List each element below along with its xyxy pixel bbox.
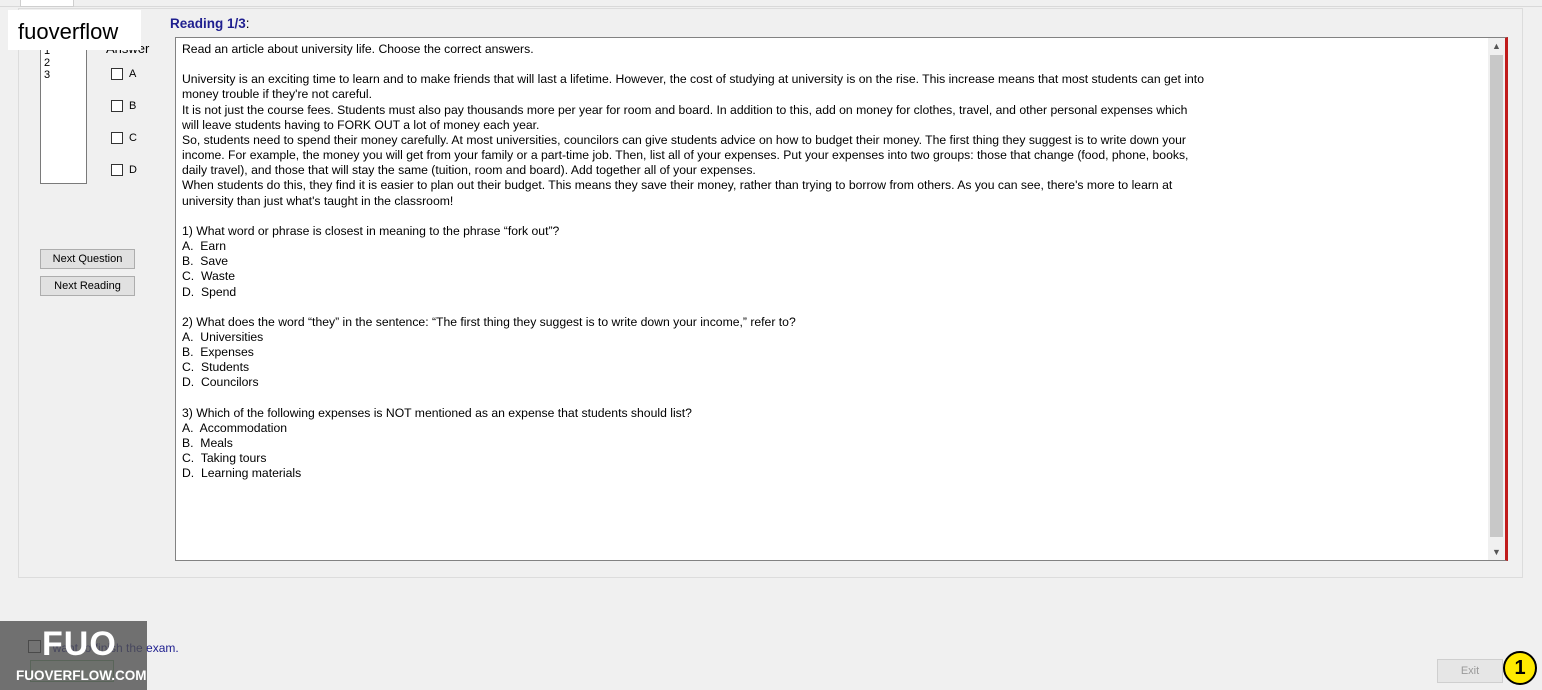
answer-option-label: A [129, 68, 137, 80]
answer-checkbox-c[interactable] [111, 132, 123, 145]
reading-scrollbar[interactable]: ▲ ▼ [1488, 38, 1505, 560]
answer-option-b[interactable]: B [111, 100, 137, 113]
answer-option-a[interactable]: A [111, 68, 137, 81]
answer-option-label: C [129, 132, 137, 144]
answer-option-c[interactable]: C [111, 132, 137, 145]
reading-textbox[interactable]: Read an article about university life. C… [175, 37, 1508, 561]
tab-reading[interactable] [20, 0, 74, 7]
reading-title-text: Reading 1/3 [170, 16, 246, 31]
scroll-down-icon[interactable]: ▼ [1488, 544, 1505, 560]
reading-title-colon: : [245, 16, 250, 31]
fuoverflow-logo: FUO FUOVERFLOW.COM [0, 621, 147, 690]
question-list-item[interactable]: 2 [41, 57, 86, 69]
scroll-up-icon[interactable]: ▲ [1488, 38, 1505, 54]
logo-main-text: FUO [42, 625, 117, 663]
scroll-thumb[interactable] [1490, 55, 1503, 537]
tab-strip [0, 0, 1542, 7]
reading-title: Reading 1/3: [170, 16, 250, 31]
brand-label: fuoverflow [18, 19, 119, 44]
exit-button[interactable]: Exit [1437, 659, 1503, 683]
step-badge: 1 [1503, 651, 1537, 685]
answer-checkbox-b[interactable] [111, 100, 123, 113]
logo-sub-text: FUOVERFLOW.COM [16, 668, 147, 683]
answer-checkbox-d[interactable] [111, 164, 123, 177]
answer-option-label: D [129, 164, 137, 176]
reading-text: Read an article about university life. C… [182, 42, 1204, 481]
answer-checkbox-a[interactable] [111, 68, 123, 81]
answer-option-d[interactable]: D [111, 164, 137, 177]
answer-option-label: B [129, 100, 137, 112]
brand-watermark: fuoverflow [8, 10, 141, 50]
question-list[interactable]: 1 2 3 [40, 44, 87, 184]
question-list-item[interactable]: 3 [41, 69, 86, 81]
next-reading-button[interactable]: Next Reading [40, 276, 135, 296]
next-question-button[interactable]: Next Question [40, 249, 135, 269]
